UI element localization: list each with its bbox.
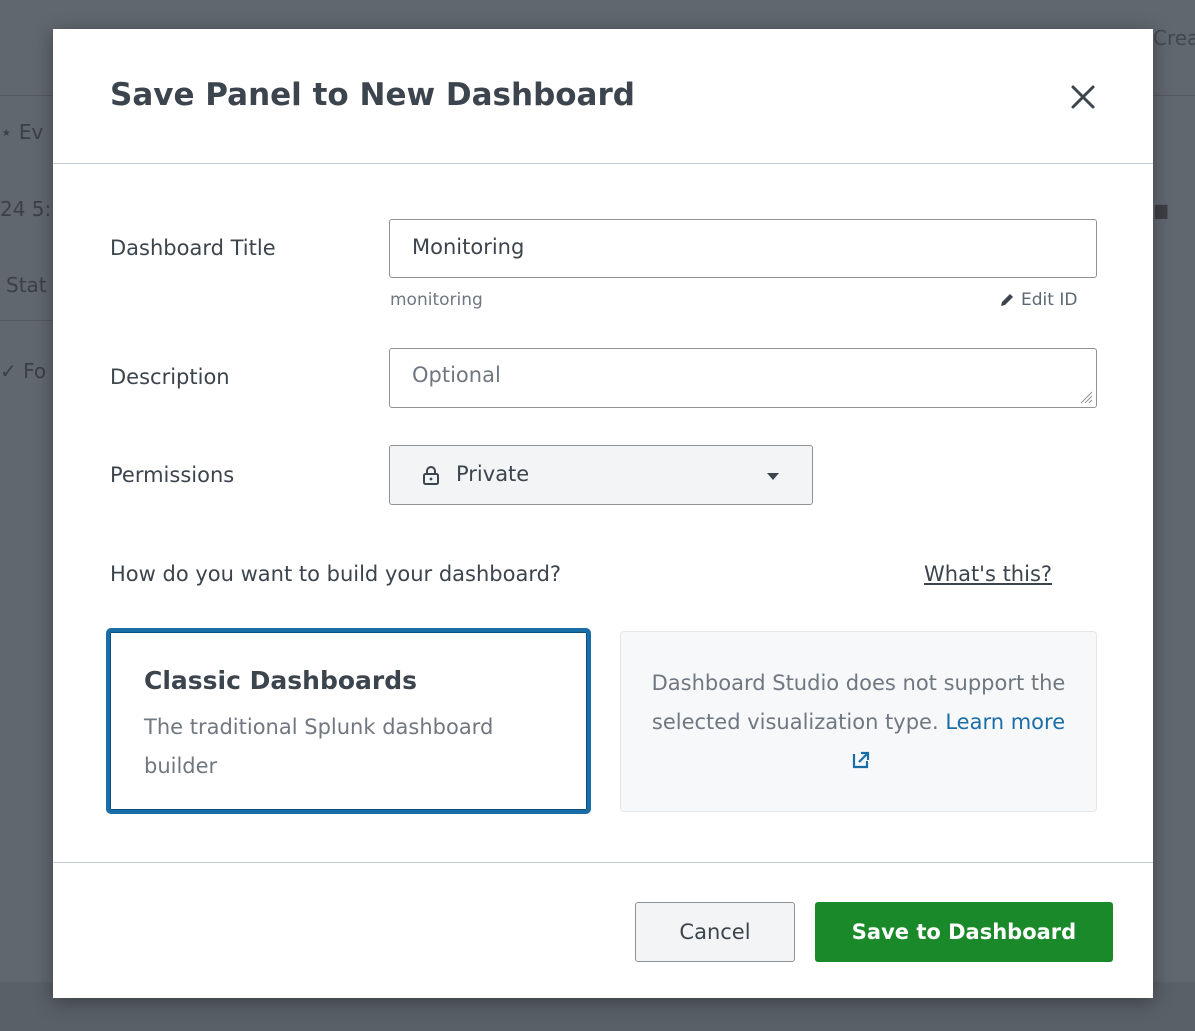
build-question: How do you want to build your dashboard? <box>110 562 562 586</box>
pencil-icon <box>1001 294 1013 306</box>
modal-header: Save Panel to New Dashboard <box>53 29 1153 164</box>
background-fragment-time: 24 5: <box>0 197 52 221</box>
background-fragment-create: Crea <box>1153 26 1195 50</box>
classic-dashboards-card[interactable]: Classic Dashboards The traditional Splun… <box>106 628 591 814</box>
whats-this-link[interactable]: What's this? <box>924 562 1052 586</box>
resize-handle-icon[interactable] <box>1079 390 1093 404</box>
permissions-value: Private <box>456 462 530 486</box>
dashboard-id-text: monitoring <box>390 290 483 310</box>
dashboard-title-value: Monitoring <box>412 235 525 259</box>
dashboard-title-input[interactable]: Monitoring <box>389 219 1097 278</box>
save-to-dashboard-button[interactable]: Save to Dashboard <box>815 902 1113 962</box>
save-panel-modal: Save Panel to New Dashboard Dashboard Ti… <box>53 29 1153 998</box>
lock-icon <box>423 466 439 485</box>
background-fragment-stats: Stat <box>6 273 47 297</box>
dashboard-title-label: Dashboard Title <box>110 236 276 260</box>
background-divider <box>1153 95 1195 96</box>
edit-id-link[interactable]: Edit ID <box>998 290 1077 310</box>
permissions-label: Permissions <box>110 463 235 487</box>
background-print-icon: ▆ <box>1155 200 1168 219</box>
permissions-select[interactable]: Private <box>389 445 813 505</box>
description-label: Description <box>110 365 230 389</box>
cancel-button[interactable]: Cancel <box>635 902 795 962</box>
background-fragment-events: ⋆ Ev <box>0 120 44 144</box>
close-icon <box>1071 85 1095 109</box>
dashboard-studio-card: Dashboard Studio does not support the se… <box>620 631 1097 812</box>
background-divider <box>0 320 53 321</box>
background-divider <box>0 95 53 96</box>
close-button[interactable] <box>1065 79 1101 115</box>
classic-card-description: The traditional Splunk dashboard builder <box>144 715 494 778</box>
classic-card-title: Classic Dashboards <box>144 666 417 695</box>
modal-title: Save Panel to New Dashboard <box>110 77 635 113</box>
edit-id-label: Edit ID <box>1021 290 1078 310</box>
modal-footer: Cancel Save to Dashboard <box>53 862 1153 999</box>
caret-down-icon <box>767 473 779 480</box>
external-link-icon <box>852 751 869 769</box>
description-placeholder: Optional <box>412 363 501 387</box>
studio-message-container: Dashboard Studio does not support the se… <box>641 664 1076 781</box>
learn-more-label: Learn more <box>945 710 1066 734</box>
background-fragment-format: ✓ Fo <box>0 359 47 383</box>
description-textarea[interactable]: Optional <box>389 348 1097 408</box>
